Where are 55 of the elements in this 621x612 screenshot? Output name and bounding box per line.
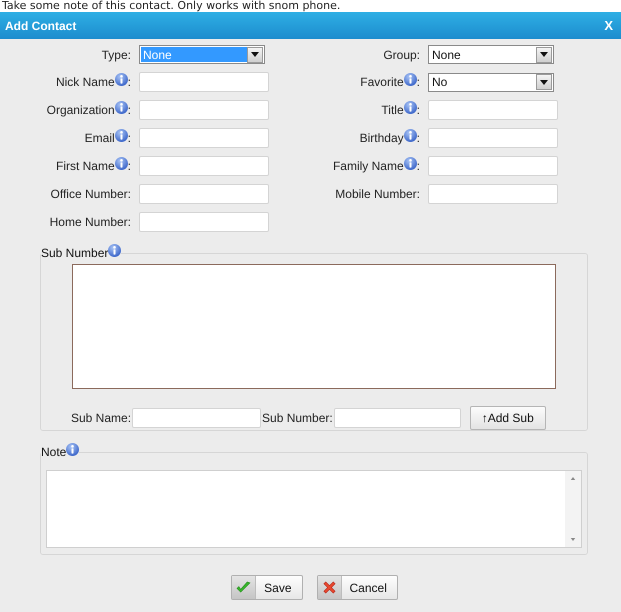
section-legend: Sub Number [41,244,108,262]
note-textarea[interactable] [46,470,582,548]
scrollbar[interactable] [565,471,581,547]
field-label: Title [381,102,404,119]
field-label: First Name [56,158,115,175]
field-label: Home Number: [50,214,131,231]
field-label: Office Number: [50,186,131,203]
field-label: Sub Number: [262,410,333,427]
field-label: Email [84,130,115,147]
field-label: Group: [383,46,420,64]
label-colon: : [416,102,420,119]
field-label: Mobile Number: [335,186,420,203]
text-input[interactable] [428,156,558,176]
text-input[interactable] [428,128,558,148]
label-colon: : [416,74,420,91]
save-button[interactable]: Save [231,575,302,600]
scroll-down-icon[interactable] [570,538,576,541]
text-input[interactable] [139,128,269,148]
scroll-up-icon[interactable] [570,477,576,480]
field-label: Family Name [332,158,404,175]
field-label: Nick Name [56,74,115,91]
label-colon: : [128,102,131,119]
label-colon: : [416,130,420,147]
text-input[interactable] [139,100,269,120]
text-input[interactable] [139,212,269,232]
dropdown-field[interactable]: No [428,72,554,92]
label-colon: : [128,130,131,147]
select-value: None [141,47,247,62]
sub-number-list[interactable] [72,264,556,389]
field-label: Birthday [360,130,404,147]
sub-number-input[interactable] [334,408,461,428]
field-label: Organization [46,102,115,119]
dialog-title: Add Contact [5,18,76,34]
field-label: Type: [102,46,131,64]
text-input[interactable] [428,100,558,120]
label-colon: : [416,158,420,175]
add-sub-button[interactable]: ↑Add Sub [470,406,546,430]
text-input[interactable] [139,156,269,176]
field-label: Sub Name: [71,410,132,427]
caret-icon [536,74,552,90]
checkmark-icon [232,576,256,599]
section-legend: Note [41,443,66,461]
label-colon: : [128,74,131,91]
text-input[interactable] [139,72,269,92]
text-input[interactable] [428,184,558,204]
field-label: Favorite [360,74,404,91]
cancel-button[interactable]: Cancel [316,575,398,600]
text-input[interactable] [139,184,269,204]
hint-text: Take some note of this contact. Only works with snom phone. [2,0,342,12]
label-colon: : [128,158,131,175]
cross-icon [318,576,342,599]
sub-name-input[interactable] [132,408,262,428]
caret-icon [247,46,263,62]
dropdown-field[interactable]: None [428,45,554,64]
caret-icon [536,46,552,62]
